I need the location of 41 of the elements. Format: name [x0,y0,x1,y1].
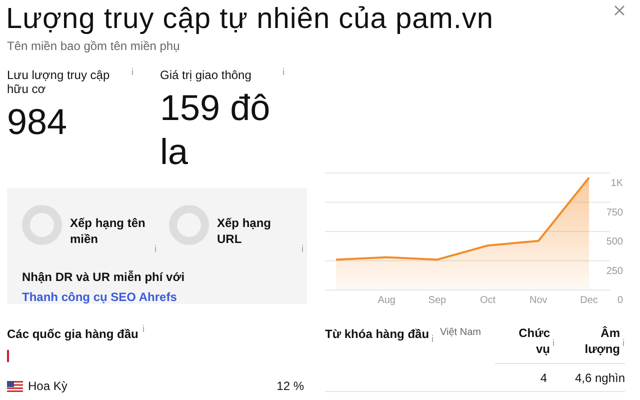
column-header: Âm lượng [584,325,620,357]
y-tick-label: 0 [617,295,623,306]
info-icon[interactable] [142,325,146,332]
column-header: Chức vụ [518,325,550,357]
section-title: Các quốc gia hàng đầu [7,326,138,343]
y-tick-label: 1K [610,178,623,189]
close-button[interactable] [612,3,626,17]
rating-label: Xếp hạng tên miền [70,215,146,247]
info-icon[interactable] [622,339,625,346]
promo-text: Nhận DR và UR miễn phí với Thanh công cụ SEO Ahrefs [22,269,186,306]
country-share: 12 % [276,378,304,395]
x-tick-label: Oct [480,295,496,306]
info-icon[interactable] [131,68,134,75]
volume-cell-text: 4,6 nghìn [574,370,625,386]
info-icon[interactable] [301,245,304,252]
x-tick-label: Aug [378,295,396,306]
y-tick-label: 250 [606,266,623,277]
x-tick-label: Dec [580,295,598,306]
region-label: Việt Nam [440,326,481,340]
y-tick-label: 750 [606,207,623,218]
rating-ring [22,205,62,245]
position-cell-text: 4 [539,370,548,386]
metric-label: Giá trị giao thông [160,68,252,82]
metric-value: 984 [7,100,68,144]
x-tick-label: Nov [530,295,548,306]
rating-label: Xếp hạng URL [217,215,272,247]
seo-toolbar-link[interactable]: Thanh công cụ SEO Ahrefs [22,290,177,304]
country-name: Hoa Kỳ [28,378,68,395]
info-icon[interactable] [282,68,285,75]
info-icon[interactable] [431,335,434,342]
metric-label: Lưu lượng truy cập hữu cơ [7,68,111,96]
y-tick-label: 500 [606,236,623,248]
info-icon[interactable] [154,245,157,252]
rating-ring [169,205,209,245]
section-title: Từ khóa hàng đầu [325,326,430,343]
us-flag-icon [7,380,23,392]
metric-value: 159 đô la [160,86,272,174]
page-title: Lượng truy cập tự nhiên của pam.vn [6,2,494,36]
x-tick-label: Sep [428,295,446,306]
info-icon[interactable] [552,339,555,346]
subtitle: Tên miền bao gồm tên miền phụ [7,38,180,55]
